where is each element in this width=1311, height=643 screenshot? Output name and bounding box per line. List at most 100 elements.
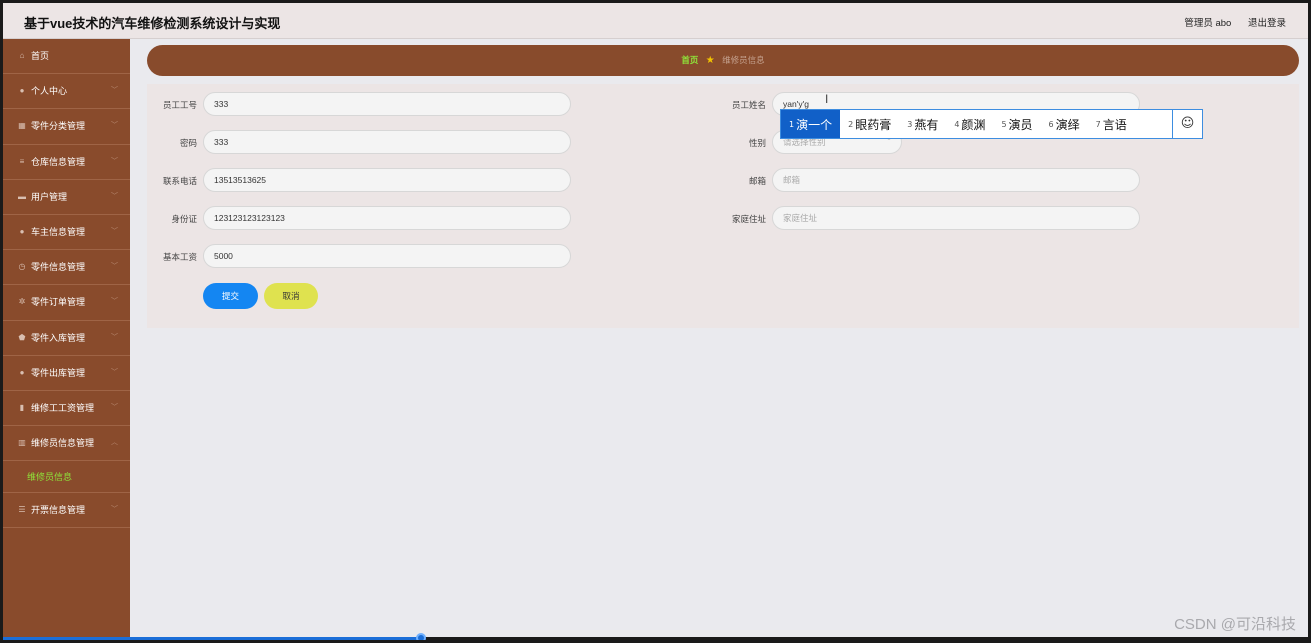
sidebar-item-label: 用户管理 <box>31 191 68 202</box>
chevron-down-icon: ﹀ <box>111 192 118 200</box>
sidebar-item-label: 仓库信息管理 <box>31 156 86 167</box>
clock-icon: ◷ <box>18 262 26 272</box>
ime-candidate-text: 眼药膏 <box>855 117 892 132</box>
sidebar-item[interactable]: ▦ 零件分类管理 ﹀ <box>3 109 130 145</box>
sidebar-item-invoice[interactable]: ☰ 开票信息管理 ﹀ <box>3 493 130 529</box>
sidebar-item-label: 零件入库管理 <box>31 332 86 343</box>
list-icon: ≡ <box>19 156 25 166</box>
monitor-icon: ▬ <box>18 191 26 201</box>
settings-icon: ✲ <box>18 297 26 307</box>
logout-button[interactable]: 退出登录 <box>1248 18 1286 29</box>
password-input[interactable]: 333 <box>203 130 571 154</box>
ime-candidate-number: 2 <box>848 119 854 129</box>
ime-candidate-number: 7 <box>1095 119 1101 129</box>
sidebar-item[interactable]: ✲ 零件订单管理 ﹀ <box>3 285 130 321</box>
address-input[interactable]: 家庭住址 <box>772 206 1140 230</box>
ime-candidate-number: 6 <box>1048 119 1054 129</box>
cancel-button[interactable]: 取消 <box>264 283 318 309</box>
video-progress-track[interactable] <box>3 633 1308 640</box>
shield-icon: ⬟ <box>18 332 26 342</box>
text-cursor-icon: I <box>825 92 829 106</box>
grid-icon: ▦ <box>18 121 26 131</box>
breadcrumb-home[interactable]: 首页 <box>681 55 698 65</box>
sidebar-item[interactable]: ▮ 维修工工资管理 ﹀ <box>3 391 130 427</box>
location-icon: ● <box>19 367 25 377</box>
sidebar-item[interactable]: ⌂ 首页 <box>3 39 130 75</box>
ime-candidate[interactable]: 4 颜渊 <box>946 110 993 138</box>
ime-candidate[interactable]: 7 言语 <box>1088 110 1135 138</box>
ime-candidate[interactable]: 6 演绎 <box>1041 110 1088 138</box>
ime-candidate-text: 演员 <box>1008 117 1033 132</box>
sidebar-item[interactable]: ● 车主信息管理 ﹀ <box>3 215 130 251</box>
sidebar-item[interactable]: ⬟ 零件入库管理 ﹀ <box>3 321 130 356</box>
chevron-down-icon: ﹀ <box>111 122 118 130</box>
video-progress-handle[interactable] <box>416 633 426 640</box>
sidebar: ⌂ 首页 ● 个人中心 ﹀ ▦ 零件分类管理 ﹀ ≡ 仓库信息管理 ﹀ ▬ 用户管理 ﹀ ● 车主信息管理 ﹀ ◷… <box>3 39 130 640</box>
app-window: 基于vue技术的汽车维修检测系统设计与实现 管理员 abo 退出登录 ⌂ 首页 ● 个… <box>3 3 1308 640</box>
top-header: 基于vue技术的汽车维修检测系统设计与实现 管理员 abo 退出登录 <box>3 3 1308 39</box>
ime-candidate-number: 3 <box>907 119 913 129</box>
ime-candidate[interactable]: 5 演员 <box>993 110 1040 138</box>
ime-candidate-popup: 1 演一个 2 眼药膏 3 燕有 4 颜渊 5 演员 6 演绎 7 言语 ☺ <box>780 109 1203 139</box>
chevron-down-icon: ﹀ <box>111 506 118 514</box>
sidebar-item[interactable]: ▬ 用户管理 ﹀ <box>3 180 130 215</box>
salary-input[interactable]: 5000 <box>203 244 571 268</box>
user-icon: ● <box>19 86 25 96</box>
salary-label: 基本工资 <box>162 252 197 262</box>
address-label: 家庭住址 <box>731 214 766 224</box>
sidebar-item[interactable]: ◷ 零件信息管理 ﹀ <box>3 250 130 286</box>
chevron-down-icon: ﹀ <box>111 157 118 165</box>
ime-candidate-number: 5 <box>1001 119 1007 129</box>
star-icon: ★ <box>705 55 715 66</box>
sidebar-nav: ⌂ 首页 ● 个人中心 ﹀ ▦ 零件分类管理 ﹀ ≡ 仓库信息管理 ﹀ ▬ 用户管理 ﹀ ● 车主信息管理 ﹀ ◷… <box>3 39 130 462</box>
person-icon: ● <box>19 226 25 236</box>
phone-label: 联系电话 <box>162 176 197 186</box>
chevron-down-icon: ﹀ <box>111 333 118 341</box>
ime-candidate-text: 演一个 <box>796 117 833 132</box>
sidebar-item-label: 零件分类管理 <box>31 121 86 132</box>
breadcrumb: 首页 ★ 维修员信息 <box>147 45 1299 76</box>
sidebar-item[interactable]: ● 零件出库管理 ﹀ <box>3 356 130 391</box>
ime-candidate[interactable]: 1 演一个 <box>781 110 841 138</box>
emoji-icon[interactable]: ☺ <box>1172 110 1202 138</box>
watermark: CSDN @可沿科技 <box>1174 616 1296 633</box>
sidebar-item-label: 零件信息管理 <box>31 262 86 273</box>
sidebar-item-label: 零件订单管理 <box>31 297 86 308</box>
sidebar-item-label: 维修员信息管理 <box>31 438 95 449</box>
header-user-area: 管理员 abo 退出登录 <box>1170 15 1286 29</box>
id-card-input[interactable]: 123123123123123 <box>203 206 571 230</box>
submit-button[interactable]: 提交 <box>203 283 258 309</box>
ime-candidate[interactable]: 3 燕有 <box>899 110 946 138</box>
sidebar-item[interactable]: ≡ 仓库信息管理 ﹀ <box>3 145 130 180</box>
id-card-label: 身份证 <box>171 214 197 224</box>
sidebar-item-label: 首页 <box>31 51 50 61</box>
sidebar-item[interactable]: ▥ 维修员信息管理 ︿ <box>3 426 130 462</box>
email-label: 邮箱 <box>748 176 766 186</box>
video-progress-fill <box>3 637 421 640</box>
ime-candidate-list: 1 演一个 2 眼药膏 3 燕有 4 颜渊 5 演员 6 演绎 7 言语 <box>781 110 1135 138</box>
ime-candidate[interactable]: 2 眼药膏 <box>840 110 899 138</box>
home-icon: ⌂ <box>19 51 25 60</box>
sidebar-item-label: 车主信息管理 <box>31 226 86 237</box>
phone-input[interactable]: 13513513625 <box>203 168 571 192</box>
chevron-down-icon: ﹀ <box>111 298 118 306</box>
employee-no-input[interactable]: 333 <box>203 92 571 116</box>
chart-icon: ▥ <box>18 438 26 448</box>
chevron-up-icon: ︿ <box>111 439 118 447</box>
ime-candidate-number: 4 <box>954 119 960 129</box>
ime-candidate-text: 言语 <box>1102 117 1127 132</box>
ime-candidate-number: 1 <box>789 119 795 129</box>
chevron-down-icon: ﹀ <box>111 403 118 411</box>
sidebar-item[interactable]: ● 个人中心 ﹀ <box>3 74 130 110</box>
menu-icon: ☰ <box>18 505 26 515</box>
sidebar-item-label: 个人中心 <box>31 86 68 97</box>
employee-no-label: 员工工号 <box>162 100 197 110</box>
ime-candidate-text: 颜渊 <box>961 117 986 132</box>
chevron-down-icon: ﹀ <box>111 368 118 376</box>
email-input[interactable]: 邮箱 <box>772 168 1140 192</box>
sidebar-subitem-technician-info[interactable]: 维修员信息 <box>3 461 130 494</box>
breadcrumb-current: 维修员信息 <box>722 55 765 65</box>
building-icon: ▮ <box>19 402 25 412</box>
ime-candidate-text: 演绎 <box>1055 117 1080 132</box>
sidebar-item-label: 开票信息管理 <box>31 505 86 516</box>
